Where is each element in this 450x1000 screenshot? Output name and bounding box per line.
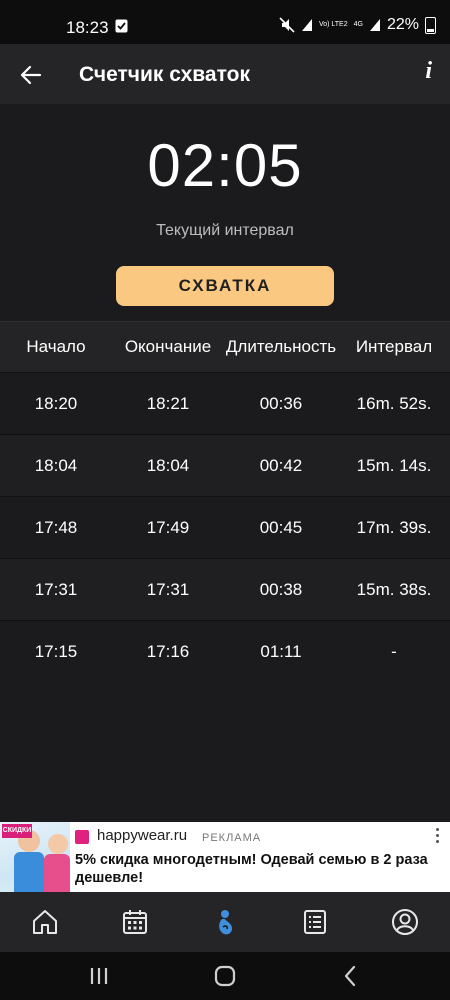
system-navigation-bar <box>0 952 450 1000</box>
info-icon[interactable]: i <box>425 58 432 85</box>
nav-home[interactable] <box>0 892 90 952</box>
ad-site[interactable]: happywear.ru <box>97 827 187 844</box>
header-interval: Интервал <box>355 337 433 356</box>
ad-image-badge: СКИДКИ <box>2 824 32 838</box>
cell-duration: 00:42 <box>259 455 303 475</box>
cell-end: 17:31 <box>146 579 190 599</box>
bottom-navigation <box>0 892 450 952</box>
cell-duration: 00:45 <box>259 517 303 537</box>
toolbar: Счетчик схваток i <box>0 44 450 104</box>
table-body: 18:20 18:21 00:36 16m. 52s. 18:04 18:04 … <box>0 372 450 682</box>
home-button-icon[interactable] <box>213 964 237 988</box>
cell-start: 18:20 <box>34 393 78 413</box>
status-time: 18:23 <box>66 18 109 37</box>
battery-percent: 22% <box>386 16 419 33</box>
ad-banner[interactable]: СКИДКИ happywear.ru РЕКЛАМА 5% скидка мн… <box>0 822 450 892</box>
cell-interval: - <box>391 641 397 661</box>
table-row[interactable]: 17:48 17:49 00:45 17m. 39s. <box>0 496 450 558</box>
nav-profile[interactable] <box>360 892 450 952</box>
cell-interval: 17m. 39s. <box>356 517 432 537</box>
cell-end: 17:16 <box>146 641 190 661</box>
table-row[interactable]: 17:31 17:31 00:38 15m. 38s. <box>0 558 450 620</box>
ad-image-figure <box>14 852 44 892</box>
cell-interval: 15m. 14s. <box>356 455 432 475</box>
mute-icon <box>279 17 295 33</box>
network-type: 4G <box>353 21 363 28</box>
profile-icon <box>392 909 418 935</box>
cell-start: 17:31 <box>34 579 78 599</box>
header-duration: Длительность <box>225 337 337 356</box>
nav-calendar[interactable] <box>90 892 180 952</box>
ad-label: РЕКЛАМА <box>202 832 262 844</box>
battery-icon <box>425 16 436 34</box>
cell-start: 18:04 <box>34 455 78 475</box>
happywear-logo-icon <box>75 830 89 844</box>
list-icon <box>304 910 326 934</box>
current-interval-label: Текущий интервал <box>156 222 294 239</box>
ad-text[interactable]: 5% скидка многодетным! Одевай семью в 2 … <box>75 851 435 887</box>
more-options-icon[interactable] <box>436 828 440 844</box>
calendar-icon <box>123 910 147 934</box>
contraction-button[interactable]: СХВАТКА <box>116 266 334 306</box>
cell-interval: 15m. 38s. <box>356 579 432 599</box>
status-icons: Vo) LTE2 4G 22% <box>279 16 436 34</box>
cell-interval: 16m. 52s. <box>356 393 432 413</box>
signal-icon <box>301 19 312 31</box>
cell-start: 17:15 <box>34 641 78 661</box>
contraction-counter-icon <box>219 910 233 935</box>
header-end: Окончание <box>124 337 212 356</box>
back-icon[interactable] <box>339 964 363 988</box>
signal-icon-2 <box>369 19 380 31</box>
table-row[interactable]: 18:20 18:21 00:36 16m. 52s. <box>0 372 450 434</box>
ad-image-figure <box>44 854 70 892</box>
ad-image[interactable]: СКИДКИ <box>0 822 70 892</box>
current-interval-timer: 02:05 <box>147 132 303 199</box>
home-icon <box>33 910 57 934</box>
cell-end: 17:49 <box>146 517 190 537</box>
header-start: Начало <box>26 337 86 356</box>
table-row[interactable]: 17:15 17:16 01:11 - <box>0 620 450 682</box>
table-header: Начало Окончание Длительность Интервал <box>0 321 450 372</box>
recent-apps-icon[interactable] <box>87 964 111 988</box>
cell-end: 18:04 <box>146 455 190 475</box>
nav-list[interactable] <box>270 892 360 952</box>
back-arrow-icon[interactable] <box>18 62 44 88</box>
cell-duration: 00:36 <box>259 393 303 413</box>
page-title: Счетчик схваток <box>79 63 250 86</box>
nav-contraction-counter[interactable] <box>180 892 270 952</box>
cell-end: 18:21 <box>146 393 190 413</box>
cell-duration: 00:38 <box>259 579 303 599</box>
ad-image-figure <box>48 834 68 854</box>
cell-start: 17:48 <box>34 517 78 537</box>
cell-duration: 01:11 <box>260 641 302 661</box>
table-row[interactable]: 18:04 18:04 00:42 15m. 14s. <box>0 434 450 496</box>
contractions-table: Начало Окончание Длительность Интервал 1… <box>0 321 450 682</box>
network-label: Vo) LTE2 <box>318 21 348 28</box>
notification-icon <box>115 19 128 33</box>
